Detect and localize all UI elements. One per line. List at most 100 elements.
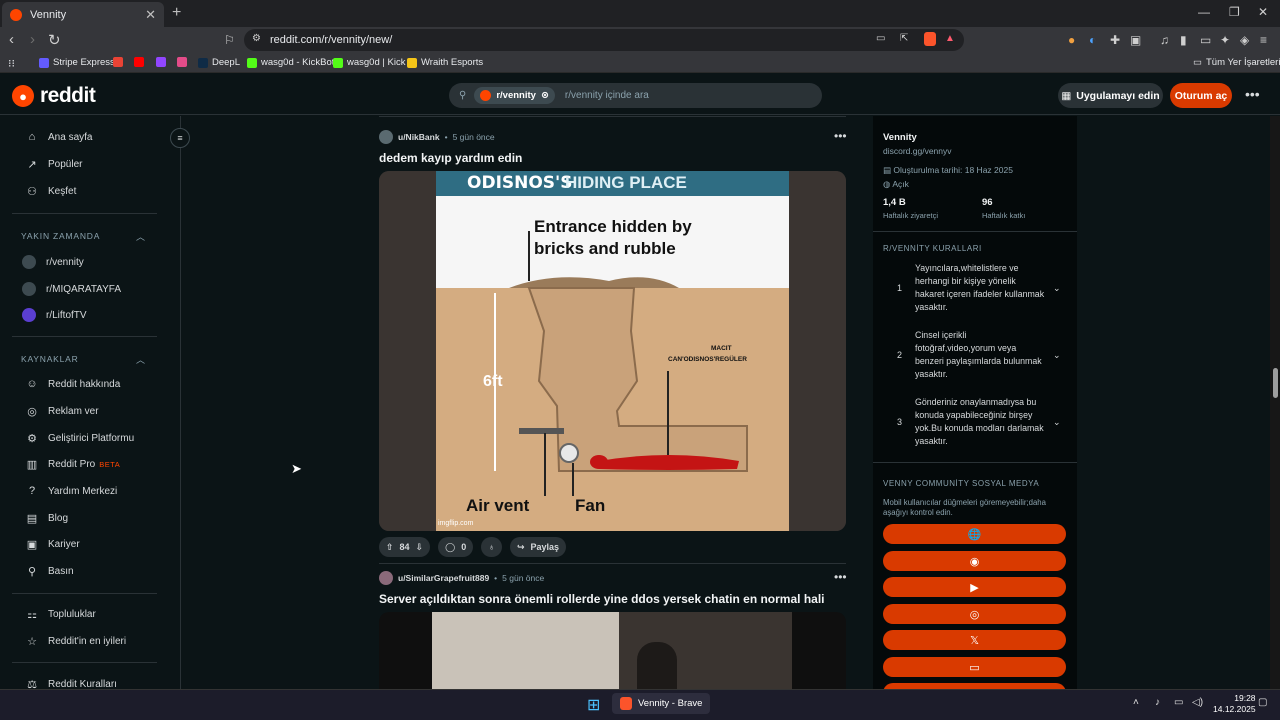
- scrollbar-thumb[interactable]: [1273, 368, 1278, 398]
- nav-help-center[interactable]: ? Yardım Merkezi: [26, 485, 117, 497]
- forward-icon[interactable]: ›: [30, 31, 35, 48]
- twitch-button[interactable]: ▭: [883, 657, 1066, 677]
- rule-item[interactable]: 1 Yayıncılara,whitelistlere ve herhangi …: [883, 262, 1067, 314]
- discord-button[interactable]: ◉: [883, 551, 1066, 571]
- share-icon[interactable]: ⇱: [900, 33, 908, 44]
- nav-advertise[interactable]: ◎ Reklam ver: [26, 405, 98, 418]
- user-avatar[interactable]: [379, 571, 393, 585]
- nav-careers[interactable]: ▣ Kariyer: [26, 538, 80, 551]
- menu-icon[interactable]: ≡: [1260, 33, 1267, 47]
- bookmark-other[interactable]: [177, 57, 187, 67]
- page-scrollbar[interactable]: [1270, 116, 1280, 689]
- bookmark-kickbot[interactable]: wasg0d - KickBot: [247, 57, 334, 68]
- minimize-button[interactable]: —: [1198, 5, 1210, 19]
- downvote-icon[interactable]: ⇩: [416, 542, 424, 553]
- rule-item[interactable]: 2 Cinsel içerikli fotoğraf,video,yorum v…: [883, 329, 1067, 381]
- media-icon[interactable]: ♫: [1160, 33, 1169, 47]
- collapse-recent-icon[interactable]: ︿: [136, 230, 145, 243]
- chevron-down-icon[interactable]: ⌄: [1053, 349, 1061, 362]
- new-tab-button[interactable]: +: [172, 4, 181, 22]
- nav-about-reddit[interactable]: ☺ Reddit hakkında: [26, 378, 120, 390]
- chip-remove-icon[interactable]: ⊗: [541, 90, 549, 101]
- tray-overflow-icon[interactable]: ˄: [1133, 697, 1139, 708]
- brave-shields-icon[interactable]: [924, 32, 936, 46]
- extensions-icon[interactable]: ✚: [1110, 33, 1120, 47]
- chevron-down-icon[interactable]: ⌄: [1053, 416, 1061, 429]
- chevron-down-icon[interactable]: ⌄: [1053, 282, 1061, 295]
- network-icon[interactable]: ▭: [1174, 697, 1183, 708]
- back-icon[interactable]: ‹: [9, 31, 14, 48]
- sidebar-toggle-icon[interactable]: ▮: [1180, 33, 1187, 47]
- recent-miqaratayfa[interactable]: r/MIQARATAYFA: [22, 282, 121, 296]
- x-button[interactable]: 𝕏: [883, 630, 1066, 650]
- taskbar-app-brave[interactable]: Vennity - Brave: [612, 693, 711, 714]
- youtube-button[interactable]: ▶: [883, 577, 1066, 597]
- screenshot-icon[interactable]: ▣: [1130, 33, 1141, 47]
- post-menu-icon[interactable]: •••: [834, 570, 847, 584]
- user-avatar[interactable]: [379, 130, 393, 144]
- more-options-icon[interactable]: •••: [1245, 86, 1260, 102]
- bookmark-wraith[interactable]: Wraith Esports: [407, 57, 483, 68]
- login-button[interactable]: Oturum aç: [1170, 83, 1232, 108]
- nav-developer-platform[interactable]: ⚙ Geliştirici Platformu: [26, 432, 134, 445]
- bookmark-youtube[interactable]: [134, 57, 144, 67]
- sidebar-collapse-button[interactable]: ≡: [170, 128, 190, 148]
- microphone-icon[interactable]: ♪: [1155, 697, 1160, 708]
- search-input[interactable]: r/vennity içinde ara: [565, 90, 649, 101]
- reload-icon[interactable]: ↻: [48, 31, 61, 49]
- nav-explore[interactable]: ⚇ Keşfet: [26, 185, 76, 198]
- upvote-icon[interactable]: ⇧: [386, 542, 394, 553]
- nav-communities[interactable]: ⚏ Topluluklar: [26, 608, 96, 621]
- recent-liftoftv[interactable]: r/LiftofTV: [22, 308, 87, 322]
- nav-popular[interactable]: ↗ Popüler: [26, 158, 82, 171]
- maximize-button[interactable]: ❐: [1229, 5, 1240, 19]
- recent-vennity[interactable]: r/vennity: [22, 255, 84, 269]
- windows-start-icon[interactable]: ⊞: [587, 695, 600, 715]
- comments-button[interactable]: ◯ 0: [438, 537, 474, 557]
- bookmark-twitch[interactable]: [156, 57, 166, 67]
- nav-blog[interactable]: ▤ Blog: [26, 512, 68, 525]
- bookmark-icon[interactable]: ⚐: [224, 33, 235, 47]
- wallet-icon[interactable]: ▭: [1200, 33, 1211, 47]
- close-window-button[interactable]: ✕: [1258, 5, 1268, 19]
- collapse-resources-icon[interactable]: ︿: [136, 353, 145, 366]
- audio-extension-icon[interactable]: ◐: [1089, 33, 1096, 47]
- post-title[interactable]: dedem kayıp yardım edin: [379, 151, 522, 165]
- nav-press[interactable]: ⚲ Basın: [26, 565, 74, 578]
- tab-close-icon[interactable]: ✕: [145, 7, 156, 23]
- volume-icon[interactable]: ◁): [1192, 697, 1203, 708]
- search-community-chip[interactable]: r/vennity ⊗: [474, 87, 555, 104]
- post-image[interactable]: ODISNOS'S HIDING PLACE Entrance hidden b…: [379, 171, 846, 531]
- bookmark-gmail[interactable]: [113, 57, 123, 67]
- get-app-button[interactable]: ▦ Uygulamayı edin: [1058, 83, 1163, 108]
- reddit-logo[interactable]: ● reddit: [12, 84, 96, 108]
- rule-item[interactable]: 3 Gönderiniz onaylanmadıysa bu konuda ya…: [883, 396, 1067, 448]
- post-menu-icon[interactable]: •••: [834, 129, 847, 143]
- post-author[interactable]: u/NikBank: [398, 132, 440, 142]
- address-bar[interactable]: ⚙ reddit.com/r/vennity/new/ ▭ ⇱ ▲: [244, 29, 964, 51]
- share-button[interactable]: ↪ Paylaş: [509, 537, 567, 557]
- nav-reddit-pro[interactable]: ▥ Reddit Pro BETA: [26, 458, 120, 471]
- brave-rewards-icon[interactable]: ▲: [945, 33, 955, 44]
- post-title[interactable]: Server açıldıktan sonra önemli rollerde …: [379, 592, 825, 606]
- bookmark-deepl[interactable]: DeepL: [198, 57, 240, 68]
- vpn-icon[interactable]: ◈: [1240, 33, 1249, 47]
- instagram-button[interactable]: ◎: [883, 604, 1066, 624]
- nav-home[interactable]: ⌂ Ana sayfa: [26, 131, 93, 143]
- website-button[interactable]: 🌐: [883, 524, 1066, 544]
- nav-best-of[interactable]: ☆ Reddit'in en iyileri: [26, 635, 126, 648]
- site-info-icon[interactable]: ⚙: [252, 33, 261, 44]
- post-video[interactable]: [379, 612, 846, 689]
- apps-icon[interactable]: ⁝⁝: [8, 57, 15, 70]
- community-link[interactable]: discord.gg/vennyv: [883, 146, 952, 156]
- search-bar[interactable]: ⚲ r/vennity ⊗ r/vennity içinde ara: [449, 83, 822, 108]
- system-clock[interactable]: 19:28 14.12.2025: [1213, 693, 1256, 715]
- leo-ai-icon[interactable]: ✦: [1220, 33, 1230, 47]
- post-author[interactable]: u/SimilarGrapefruit889: [398, 573, 489, 583]
- all-bookmarks[interactable]: ▭ Tüm Yer İşaretleri: [1193, 57, 1280, 68]
- bookmark-stripe[interactable]: Stripe Express: [39, 57, 115, 68]
- cast-icon[interactable]: ▭: [876, 33, 885, 44]
- notification-icon[interactable]: ▢: [1258, 697, 1267, 708]
- award-button[interactable]: ♁: [481, 537, 502, 557]
- browser-tab[interactable]: Vennity ✕: [2, 2, 164, 27]
